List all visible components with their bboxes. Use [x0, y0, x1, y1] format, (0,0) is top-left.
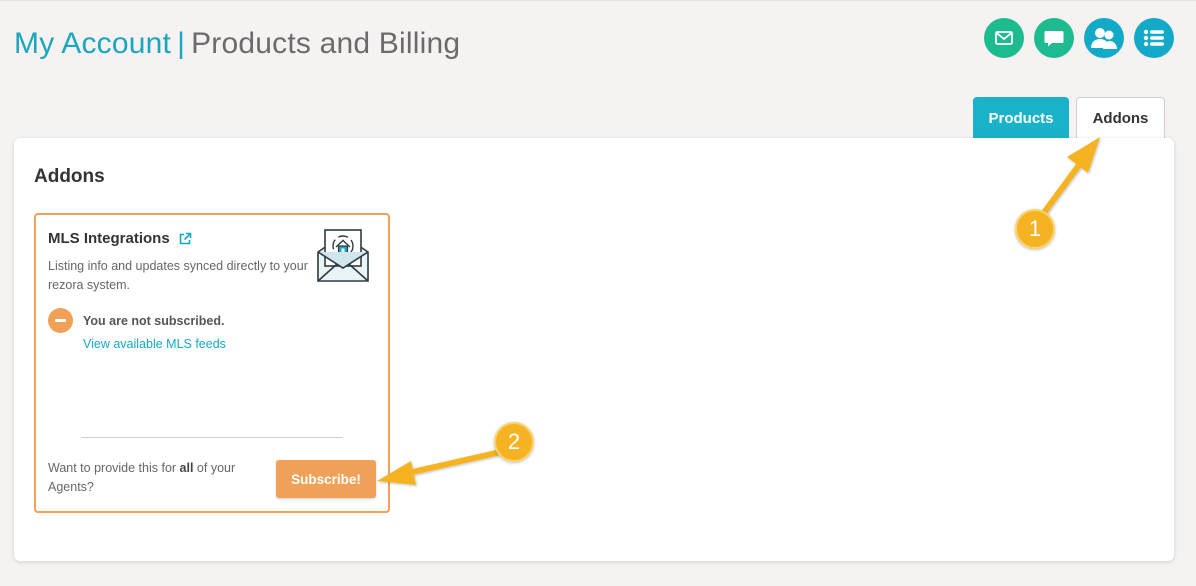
page-title-main: My Account	[14, 27, 172, 60]
card-footer-text: Want to provide this for all of your Age…	[48, 459, 263, 497]
list-menu-icon	[1143, 29, 1164, 47]
annotation-marker-2: 2	[494, 422, 534, 462]
users-button[interactable]	[1084, 18, 1124, 58]
view-mls-feeds-link[interactable]: View available MLS feeds	[83, 337, 226, 351]
subscription-status: You are not subscribed.	[48, 308, 224, 333]
mail-icon	[995, 31, 1013, 45]
page-title-separator: |	[177, 27, 186, 60]
annotation-marker-1: 1	[1015, 209, 1055, 249]
chat-button[interactable]	[1034, 18, 1074, 58]
minus-circle-icon	[48, 308, 73, 333]
users-icon	[1091, 28, 1117, 49]
external-link-icon[interactable]	[178, 232, 192, 246]
addons-panel: Addons MLS Integrations Listing info and…	[14, 138, 1174, 561]
tab-products[interactable]: Products	[973, 97, 1069, 139]
footer-prefix: Want to provide this for	[48, 461, 180, 475]
page-title-sub: Products and Billing	[191, 27, 461, 60]
card-divider	[81, 437, 343, 438]
page-title: My Account | Products and Billing	[14, 27, 460, 61]
tab-addons[interactable]: Addons	[1076, 97, 1165, 139]
footer-bold: all	[179, 461, 194, 475]
chat-icon	[1044, 31, 1064, 47]
menu-button[interactable]	[1134, 18, 1174, 58]
section-heading: Addons	[34, 166, 105, 187]
card-description: Listing info and updates synced directly…	[48, 259, 308, 292]
card-title-row: MLS Integrations	[48, 230, 192, 247]
header-actions	[984, 18, 1174, 58]
addon-card-mls: MLS Integrations Listing info and update…	[34, 213, 390, 513]
card-title: MLS Integrations	[48, 230, 170, 247]
tab-bar: Products Addons	[973, 97, 1165, 139]
subscribe-button[interactable]: Subscribe!	[276, 460, 376, 498]
mail-button[interactable]	[984, 18, 1024, 58]
envelope-house-icon	[317, 229, 369, 282]
status-text: You are not subscribed.	[83, 313, 225, 328]
